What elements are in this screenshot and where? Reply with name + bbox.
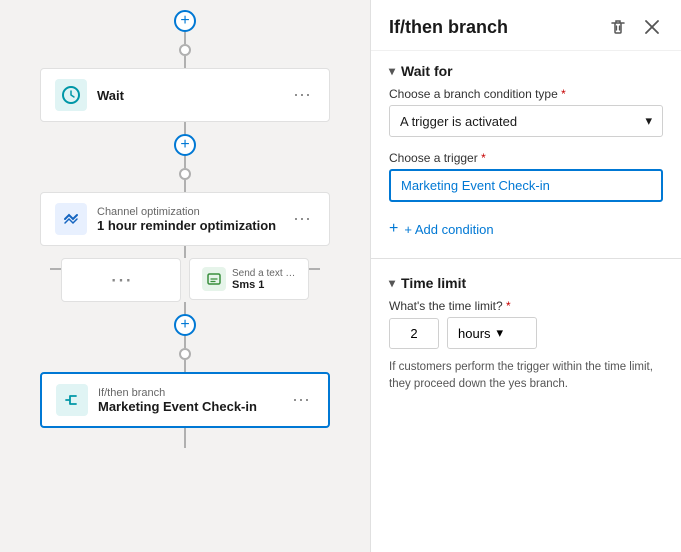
delete-button[interactable]: [605, 16, 631, 38]
trigger-label-text: Choose a trigger *: [371, 151, 681, 165]
branch-condition-dropdown[interactable]: A trigger is activated ▾: [389, 105, 663, 137]
ifthen-label: If/then branch: [98, 387, 278, 399]
branch-condition-required: *: [561, 87, 566, 101]
close-button[interactable]: [641, 18, 663, 36]
sms-card[interactable]: Send a text mess Sms 1: [189, 258, 309, 300]
time-unit-value: hours: [458, 326, 491, 341]
circle-2: [179, 168, 191, 180]
connector-8: [184, 336, 186, 348]
connector-9: [184, 360, 186, 372]
sms-card-text: Send a text mess Sms 1: [232, 268, 297, 291]
connector-3: [184, 122, 186, 134]
branch-line-left: [50, 268, 61, 270]
branch-condition-value: A trigger is activated: [400, 114, 517, 129]
panel-header: If/then branch: [371, 0, 681, 51]
branch-condition-label-text: Choose a branch condition type *: [371, 87, 681, 101]
branch-left-more[interactable]: ⋯: [106, 267, 136, 293]
add-button-top[interactable]: +: [174, 10, 196, 32]
add-condition-btn[interactable]: + + Add condition: [371, 216, 681, 254]
ifthen-subtitle: Marketing Event Check-in: [98, 399, 278, 414]
chevron-down-icon: ▾: [645, 113, 652, 129]
hint-text: If customers perform the trigger within …: [371, 359, 681, 394]
branch-split: ⋯ Send a text mess Sms 1: [50, 258, 320, 302]
wait-title: Wait: [97, 88, 279, 103]
add-button-2[interactable]: +: [174, 134, 196, 156]
branch-line-right: [309, 268, 320, 270]
side-panel: If/then branch ▾ Wait for Choose a branc…: [370, 0, 681, 552]
trigger-value: Marketing Event Check-in: [401, 178, 550, 193]
connector-7: [184, 302, 186, 314]
wait-for-label: Wait for: [401, 63, 453, 79]
trigger-required: *: [481, 151, 486, 165]
wait-card[interactable]: Wait ⋯: [40, 68, 330, 122]
time-limit-label: Time limit: [401, 275, 466, 291]
time-value-input[interactable]: [389, 318, 439, 349]
divider-1: [371, 258, 681, 259]
time-limit-chevron: ▾: [389, 276, 395, 290]
add-condition-icon: +: [389, 220, 398, 238]
time-limit-field-label: What's the time limit? *: [371, 299, 681, 313]
add-condition-label: + Add condition: [404, 222, 493, 237]
branch-left-card[interactable]: ⋯: [61, 258, 181, 302]
connector-1: [184, 32, 186, 44]
trigger-input[interactable]: Marketing Event Check-in: [389, 169, 663, 202]
connector-5: [184, 180, 186, 192]
wait-for-header[interactable]: ▾ Wait for: [371, 51, 681, 87]
channel-card-text: Channel optimization 1 hour reminder opt…: [97, 206, 279, 233]
panel-title: If/then branch: [389, 17, 508, 38]
circle-1: [179, 44, 191, 56]
connector-2: [184, 56, 186, 68]
time-limit-row: hours ▾: [371, 317, 681, 359]
time-unit-dropdown[interactable]: hours ▾: [447, 317, 537, 349]
ifthen-more-btn[interactable]: ⋯: [288, 390, 314, 411]
wait-more-btn[interactable]: ⋯: [289, 85, 315, 106]
workflow-canvas: + Wait ⋯ +: [0, 0, 370, 552]
ifthen-icon: [56, 384, 88, 416]
wait-card-text: Wait: [97, 88, 279, 103]
connector-10: [184, 428, 186, 448]
sms-subtitle: Sms 1: [232, 279, 297, 291]
ifthen-card[interactable]: If/then branch Marketing Event Check-in …: [40, 372, 330, 428]
channel-more-btn[interactable]: ⋯: [289, 209, 315, 230]
channel-opt-card[interactable]: Channel optimization 1 hour reminder opt…: [40, 192, 330, 246]
channel-icon: [55, 203, 87, 235]
wait-icon: [55, 79, 87, 111]
time-limit-header[interactable]: ▾ Time limit: [371, 263, 681, 299]
connector-4: [184, 156, 186, 168]
panel-header-actions: [605, 16, 663, 38]
ifthen-card-text: If/then branch Marketing Event Check-in: [98, 387, 278, 414]
time-unit-chevron: ▾: [497, 325, 504, 341]
sms-icon: [202, 267, 226, 291]
sms-title: Send a text mess: [232, 268, 297, 279]
channel-title: 1 hour reminder optimization: [97, 218, 279, 233]
wait-for-chevron: ▾: [389, 64, 395, 78]
add-button-3[interactable]: +: [174, 314, 196, 336]
channel-subtitle-label: Channel optimization: [97, 206, 279, 218]
circle-3: [179, 348, 191, 360]
time-limit-required: *: [506, 299, 511, 313]
connector-6: [184, 246, 186, 258]
